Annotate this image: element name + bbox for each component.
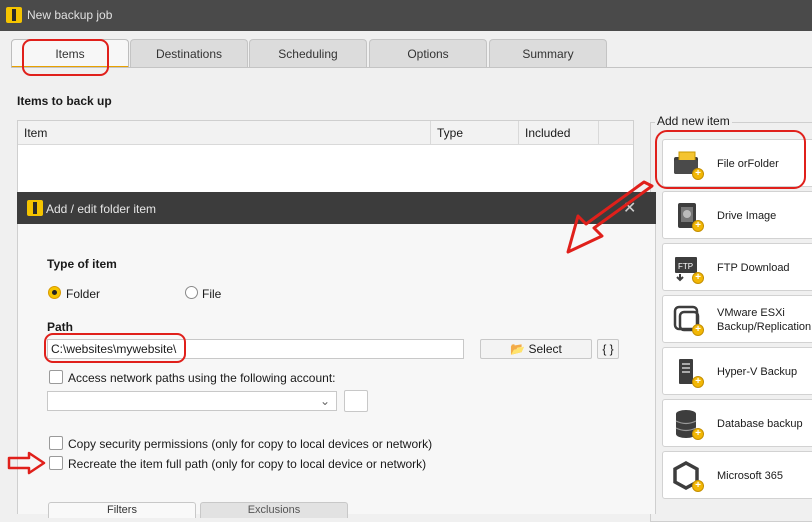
- column-header-type[interactable]: Type: [431, 121, 519, 145]
- add-hyperv-backup-button[interactable]: + Hyper-V Backup: [662, 347, 812, 395]
- items-table[interactable]: Item Type Included: [17, 120, 634, 195]
- path-label: Path: [47, 320, 74, 334]
- window-title-bar: New backup job: [0, 0, 812, 31]
- file-radio-label[interactable]: File: [202, 287, 221, 301]
- select-button[interactable]: 📂 Select: [480, 339, 592, 359]
- app-logo-icon: [27, 200, 43, 216]
- account-edit-button[interactable]: [344, 390, 368, 412]
- subtab-filters[interactable]: Filters: [48, 502, 196, 518]
- network-account-label[interactable]: Access network paths using the following…: [68, 371, 335, 385]
- file-radio[interactable]: [185, 286, 198, 299]
- annotation-highlight-path: [44, 333, 186, 363]
- database-icon: +: [672, 408, 704, 440]
- annotation-highlight-file-folder: [655, 130, 806, 189]
- select-button-label: Select: [528, 342, 562, 356]
- variables-button[interactable]: { }: [597, 339, 619, 359]
- ftp-download-icon: FTP +: [672, 252, 704, 284]
- vmware-icon: +: [672, 304, 704, 336]
- svg-text:FTP: FTP: [678, 262, 693, 271]
- items-section-title: Items to back up: [17, 94, 112, 108]
- add-new-item-label: Add new item: [655, 114, 732, 128]
- folder-radio[interactable]: [48, 286, 61, 299]
- card-label: Microsoft 365: [717, 470, 784, 482]
- tab-options[interactable]: Options: [369, 39, 487, 68]
- items-table-header: Item Type Included: [18, 121, 633, 145]
- add-microsoft-365-button[interactable]: + Microsoft 365: [662, 451, 812, 499]
- card-label: Database backup: [717, 418, 803, 430]
- card-label: Drive Image: [717, 210, 777, 222]
- annotation-highlight-items-tab: [22, 39, 109, 76]
- column-header-item[interactable]: Item: [18, 121, 431, 145]
- tab-scheduling[interactable]: Scheduling: [249, 39, 367, 68]
- window-title: New backup job: [27, 8, 113, 22]
- dialog-title: Add / edit folder item: [46, 202, 157, 216]
- tab-destinations[interactable]: Destinations: [130, 39, 248, 68]
- folder-radio-label[interactable]: Folder: [66, 287, 100, 301]
- app-logo-icon: [6, 7, 22, 23]
- recreate-full-path-label[interactable]: Recreate the item full path (only for co…: [68, 457, 426, 471]
- tab-strip-divider: [11, 67, 812, 68]
- subtab-exclusions[interactable]: Exclusions: [200, 502, 348, 518]
- hyperv-icon: +: [672, 356, 704, 388]
- column-header-included[interactable]: Included: [519, 121, 599, 145]
- annotation-arrow-icon: [566, 180, 654, 254]
- add-ftp-download-button[interactable]: FTP + FTP Download: [662, 243, 812, 291]
- account-dropdown[interactable]: ⌄: [47, 391, 337, 411]
- tab-summary[interactable]: Summary: [489, 39, 607, 68]
- network-account-checkbox[interactable]: [49, 370, 63, 384]
- folder-open-icon: 📂: [510, 342, 526, 356]
- microsoft-365-icon: +: [672, 460, 704, 492]
- card-label: FTP Download: [717, 262, 790, 274]
- annotation-right-arrow-icon: [7, 451, 46, 475]
- drive-image-icon: +: [672, 200, 704, 232]
- card-label: Hyper-V Backup: [717, 366, 798, 378]
- copy-security-permissions-checkbox[interactable]: [49, 436, 63, 450]
- add-drive-image-button[interactable]: + Drive Image: [662, 191, 812, 239]
- type-of-item-label: Type of item: [47, 257, 117, 271]
- copy-security-permissions-label[interactable]: Copy security permissions (only for copy…: [68, 437, 432, 451]
- add-vmware-esxi-button[interactable]: + VMware ESXi Backup/Replication: [662, 295, 812, 343]
- card-label: VMware ESXi Backup/Replication: [717, 307, 812, 333]
- chevron-down-icon: ⌄: [320, 394, 331, 408]
- add-database-backup-button[interactable]: + Database backup: [662, 399, 812, 447]
- recreate-full-path-checkbox[interactable]: [49, 456, 63, 470]
